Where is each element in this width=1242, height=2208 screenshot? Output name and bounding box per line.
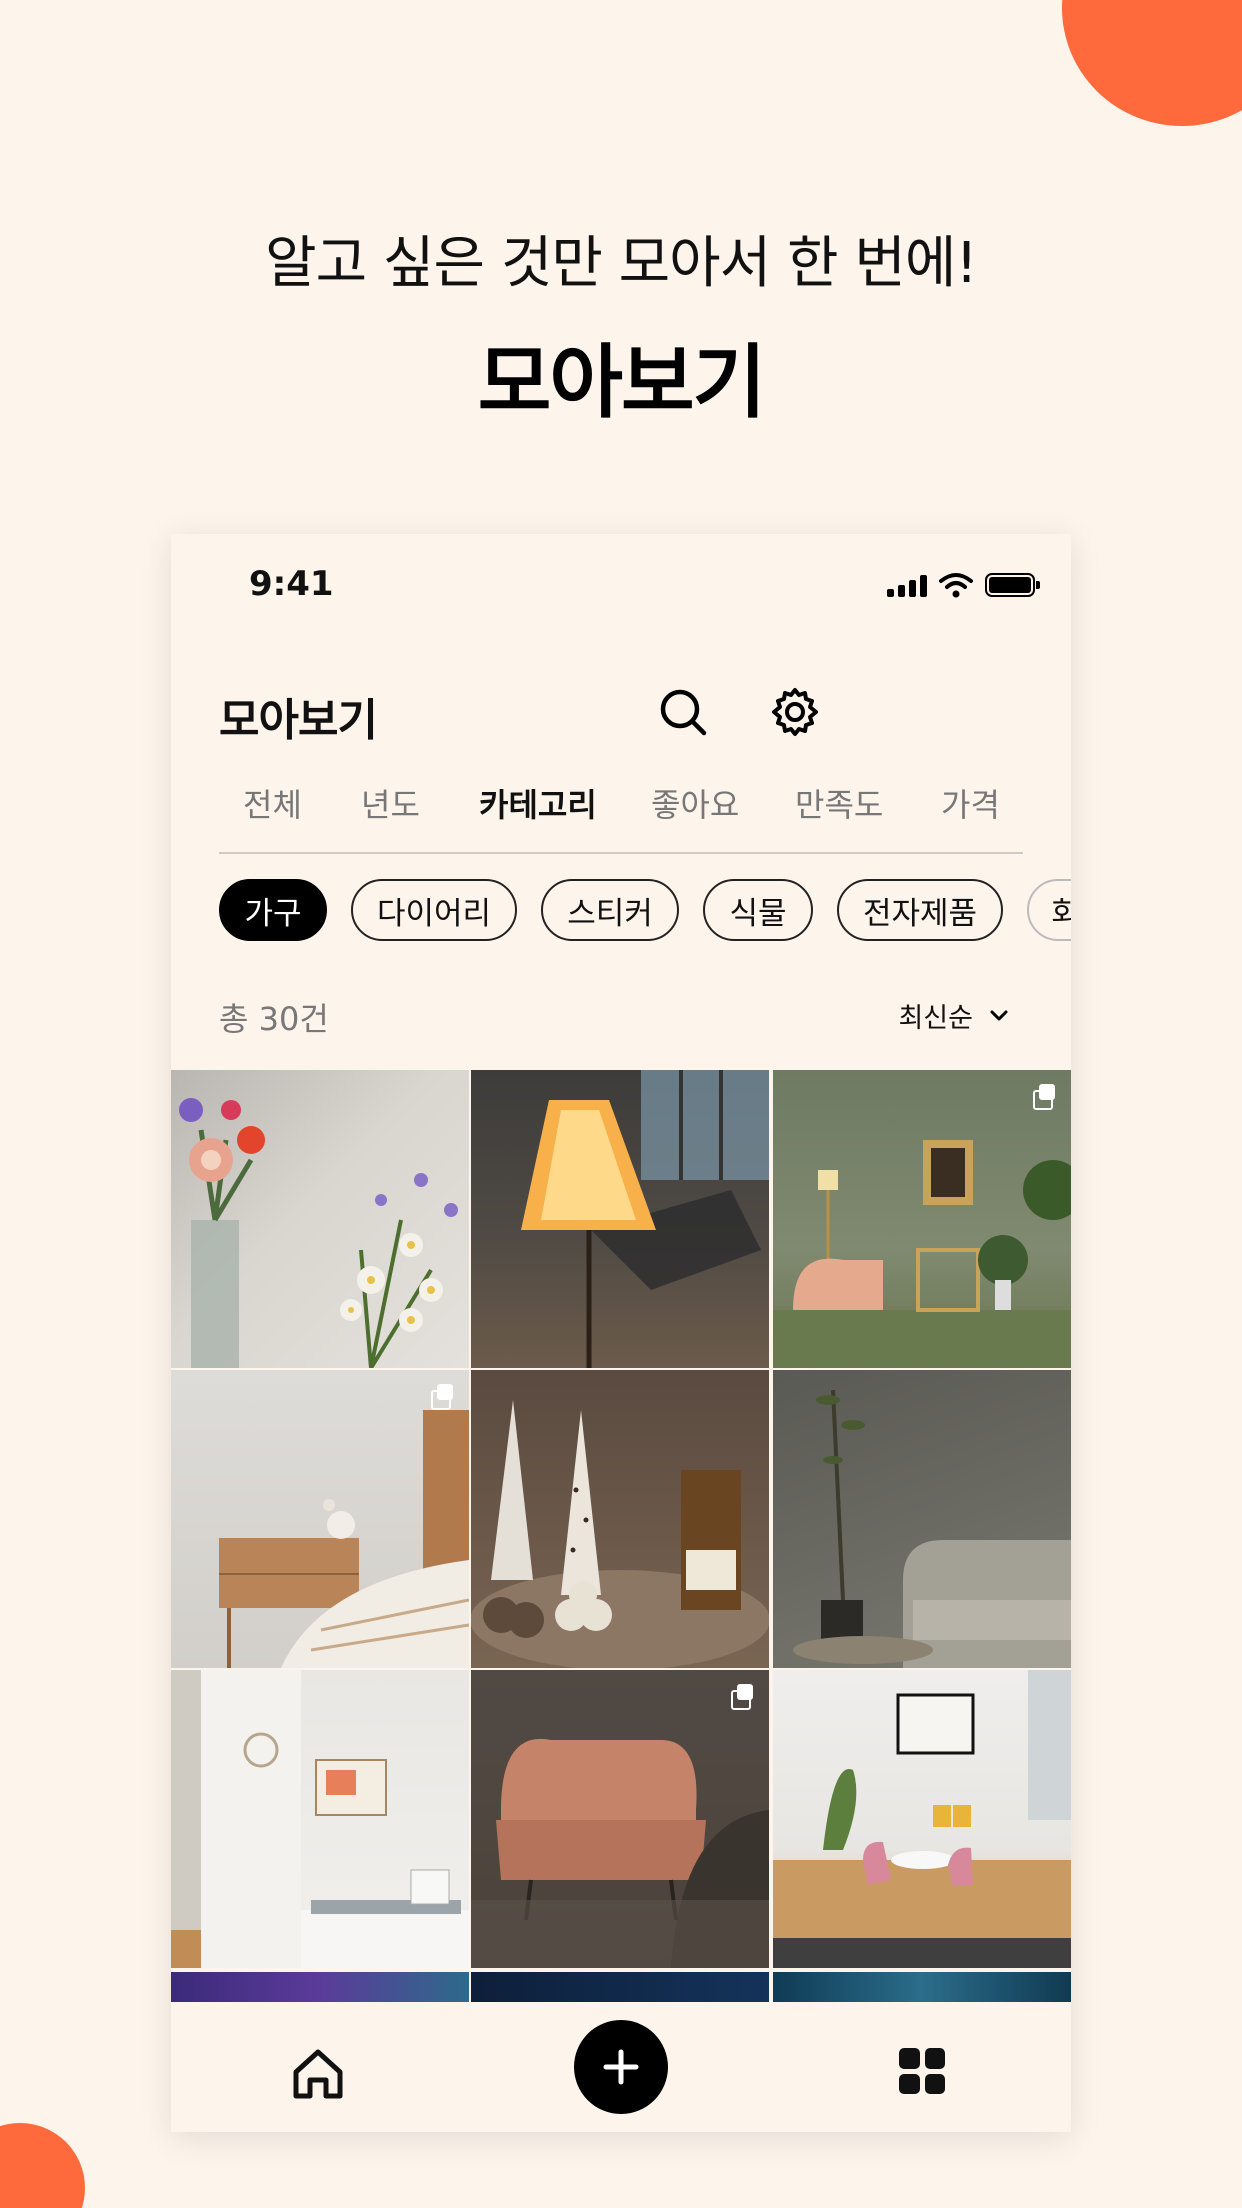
sort-dropdown[interactable]: 최신순 bbox=[898, 996, 1009, 1035]
status-bar: 9:41 bbox=[171, 534, 1071, 638]
chevron-down-icon bbox=[990, 1010, 1008, 1020]
wifi-icon bbox=[939, 573, 973, 598]
chip-more[interactable]: 회 bbox=[1027, 879, 1071, 941]
grid-item-lounge-chair[interactable] bbox=[471, 1670, 769, 1968]
grid-item-flowers[interactable] bbox=[171, 1070, 469, 1368]
flowers-image bbox=[179, 1098, 458, 1368]
multi-photo-icon bbox=[431, 1384, 455, 1410]
app-header: 모아보기 bbox=[171, 656, 1071, 756]
search-button[interactable] bbox=[653, 682, 713, 742]
signal-icon bbox=[887, 573, 927, 597]
home-icon bbox=[293, 2049, 343, 2099]
bottom-nav bbox=[171, 2002, 1071, 2132]
tab-category[interactable]: 카테고리 bbox=[479, 780, 597, 826]
plant-sofa-image bbox=[793, 1389, 1071, 1668]
chip-furniture[interactable]: 가구 bbox=[219, 879, 327, 941]
tab-likes[interactable]: 좋아요 bbox=[651, 780, 739, 826]
grid-item-lamp[interactable] bbox=[471, 1070, 769, 1368]
category-chips: 가구 다이어리 스티커 식물 전자제품 회 bbox=[219, 879, 1071, 943]
status-time: 9:41 bbox=[249, 564, 334, 604]
chip-sticker[interactable]: 스티커 bbox=[541, 879, 679, 941]
page-title: 모아보기 bbox=[219, 695, 378, 746]
multi-photo-icon bbox=[1033, 1084, 1057, 1110]
photo-grid bbox=[171, 1070, 1071, 1968]
phone-screen: 9:41 모아보기 전체 년도 카테고리 좋아요 만족도 가격 가구 다이어리 … bbox=[171, 534, 1071, 2132]
decor-blob-top-right bbox=[1062, 0, 1242, 126]
grid-item-bedside[interactable] bbox=[171, 1370, 469, 1668]
filter-tabs: 전체 년도 카테고리 좋아요 만족도 가격 bbox=[219, 762, 1023, 854]
decor-blob-bottom-left bbox=[0, 2123, 85, 2208]
grid-item-living-room[interactable] bbox=[773, 1070, 1071, 1368]
sort-label: 최신순 bbox=[898, 1003, 973, 1034]
tab-year[interactable]: 년도 bbox=[361, 780, 420, 826]
promo-subtitle: 알고 싶은 것만 모아서 한 번에! bbox=[265, 231, 978, 296]
grid-item-candles[interactable] bbox=[471, 1370, 769, 1668]
chip-electronics[interactable]: 전자제품 bbox=[837, 879, 1003, 941]
white-room-image bbox=[171, 1670, 469, 1968]
grid-item-partial-2[interactable] bbox=[471, 1972, 769, 2002]
dining-image bbox=[773, 1670, 1071, 1968]
add-button[interactable] bbox=[574, 2020, 668, 2114]
grid-item-dining[interactable] bbox=[773, 1670, 1071, 1968]
grid-icon[interactable] bbox=[899, 2048, 945, 2094]
settings-button[interactable] bbox=[765, 682, 825, 742]
plus-icon bbox=[603, 2049, 639, 2085]
multi-photo-icon bbox=[731, 1684, 755, 1710]
chip-plant[interactable]: 식물 bbox=[703, 879, 813, 941]
grid-item-plant-sofa[interactable] bbox=[773, 1370, 1071, 1668]
grid-item-partial-3[interactable] bbox=[773, 1972, 1071, 2002]
lamp-image bbox=[521, 1070, 769, 1368]
home-button[interactable] bbox=[288, 2044, 348, 2104]
chip-diary[interactable]: 다이어리 bbox=[351, 879, 517, 941]
tab-satisfaction[interactable]: 만족도 bbox=[795, 780, 883, 826]
battery-icon bbox=[985, 573, 1040, 597]
grid-item-white-room[interactable] bbox=[171, 1670, 469, 1968]
result-count: 총 30건 bbox=[219, 1000, 329, 1038]
tab-all[interactable]: 전체 bbox=[243, 780, 302, 826]
search-icon bbox=[660, 689, 707, 736]
status-icons bbox=[887, 572, 1040, 598]
gear-icon bbox=[772, 688, 818, 736]
candles-image bbox=[471, 1400, 769, 1668]
tab-price[interactable]: 가격 bbox=[941, 780, 1000, 826]
lounge-chair-image bbox=[471, 1670, 769, 1968]
bedside-image bbox=[219, 1410, 469, 1668]
grid-item-partial-1[interactable] bbox=[171, 1972, 469, 2002]
living-room-image bbox=[773, 1140, 1071, 1368]
promo-title: 모아보기 bbox=[477, 336, 766, 429]
